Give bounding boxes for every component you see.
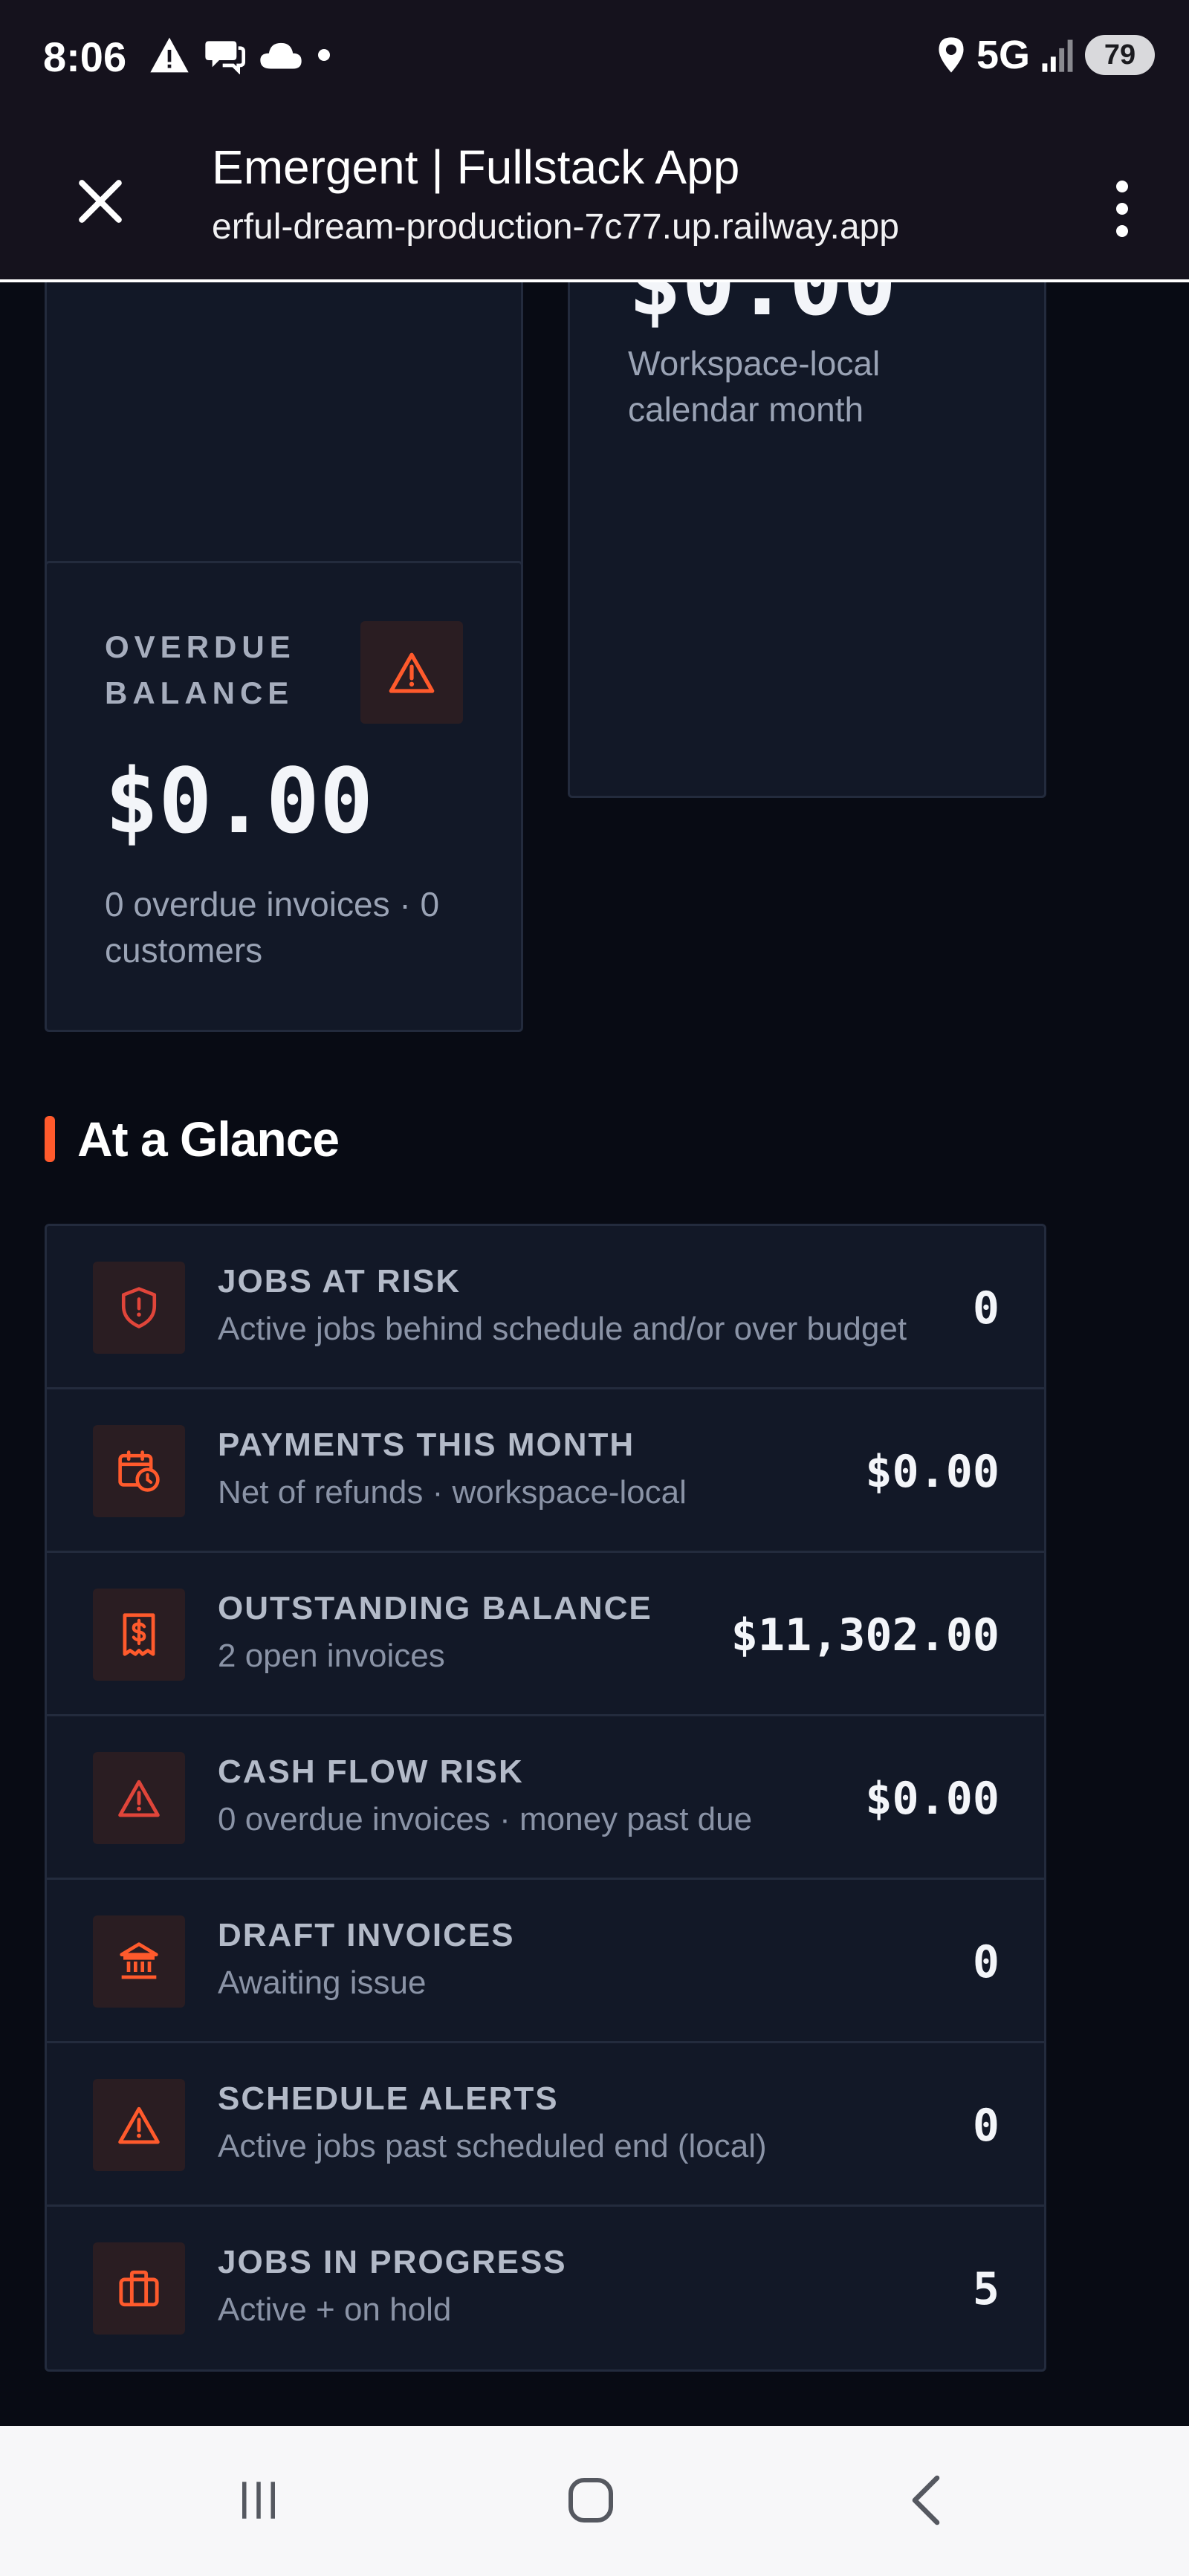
close-button[interactable] — [67, 168, 134, 235]
alert-triangle-icon — [118, 2106, 160, 2144]
alert-triangle-icon — [150, 37, 189, 73]
at-a-glance-list: JOBS AT RISK Active jobs behind schedule… — [45, 1224, 1046, 2372]
system-icons: 5G 79 — [936, 33, 1155, 77]
glance-row-draft-invoices[interactable]: DRAFT INVOICES Awaiting issue 0 — [47, 1880, 1044, 2043]
row-subtitle: Net of refunds · workspace-local — [218, 1474, 687, 1511]
row-title: JOBS IN PROGRESS — [218, 2244, 567, 2280]
row-icon-box — [93, 1262, 185, 1354]
recent-apps-icon — [242, 2482, 275, 2519]
row-icon-box — [93, 2242, 185, 2335]
monthly-stat-card: $0.00 Workspace-local calendar month — [568, 282, 1046, 798]
row-icon-box — [93, 2079, 185, 2171]
card-icon-box — [360, 621, 463, 724]
glance-row-payments-this-month[interactable]: PAYMENTS THIS MONTH Net of refunds · wor… — [47, 1389, 1044, 1553]
row-subtitle: Active jobs behind schedule and/or over … — [218, 1311, 907, 1347]
battery-indicator: 79 — [1085, 35, 1155, 75]
row-value: $0.00 — [865, 1446, 1000, 1498]
row-subtitle: Awaiting issue — [218, 1965, 427, 2001]
stat-note: Workspace-local calendar month — [628, 344, 881, 429]
row-value: 0 — [972, 1936, 1000, 1988]
location-pin-icon — [939, 37, 964, 73]
stat-amount: $0.00 — [628, 282, 897, 336]
row-title: SCHEDULE ALERTS — [218, 2080, 559, 2117]
briefcase-icon — [119, 2270, 159, 2307]
row-value: $11,302.00 — [730, 1609, 1000, 1661]
row-title: PAYMENTS THIS MONTH — [218, 1427, 635, 1463]
calendar-clock-icon — [118, 1450, 160, 1492]
row-title: JOBS AT RISK — [218, 1263, 461, 1300]
row-icon-box — [93, 1425, 185, 1517]
section-accent-bar — [45, 1116, 55, 1162]
signal-icon — [1042, 39, 1073, 72]
page-url[interactable]: erful-dream-production-7c77.up.railway.a… — [212, 207, 970, 247]
row-title: OUTSTANDING BALANCE — [218, 1590, 652, 1626]
section-title: At a Glance — [77, 1112, 340, 1167]
status-time: 8:06 — [43, 33, 127, 80]
glance-row-jobs-at-risk[interactable]: JOBS AT RISK Active jobs behind schedule… — [47, 1226, 1044, 1389]
row-value: $0.00 — [865, 1773, 1000, 1825]
card-label: OVERDUE BALANCE — [105, 629, 296, 710]
bank-icon — [120, 1942, 158, 1979]
menu-dot — [1116, 203, 1128, 215]
row-title: DRAFT INVOICES — [218, 1917, 515, 1953]
shield-alert-icon — [121, 1287, 157, 1328]
page-content: $0.00 Workspace-local calendar month OVE… — [0, 282, 1189, 2426]
chat-bubble-icon — [205, 41, 245, 74]
row-subtitle: 0 overdue invoices · money past due — [218, 1801, 753, 1837]
more-options-button[interactable] — [1092, 168, 1152, 250]
glance-row-outstanding-balance[interactable]: OUTSTANDING BALANCE 2 open invoices $11,… — [47, 1553, 1044, 1716]
glance-row-schedule-alerts[interactable]: SCHEDULE ALERTS Active jobs past schedul… — [47, 2043, 1044, 2207]
glance-row-cash-flow-risk[interactable]: CASH FLOW RISK 0 overdue invoices · mone… — [47, 1716, 1044, 1880]
row-value: 5 — [972, 2263, 1000, 2315]
home-button[interactable] — [546, 2463, 635, 2537]
close-icon — [79, 180, 122, 223]
home-icon — [568, 2478, 613, 2523]
back-button[interactable] — [881, 2463, 971, 2537]
at-a-glance-heading: At a Glance — [45, 1112, 340, 1167]
row-subtitle: Active jobs past scheduled end (local) — [218, 2128, 767, 2164]
row-subtitle: Active + on hold — [218, 2291, 452, 2328]
row-value: 0 — [972, 1282, 1000, 1334]
row-icon-box — [93, 1752, 185, 1844]
alert-triangle-icon — [389, 652, 435, 693]
recent-apps-button[interactable] — [214, 2463, 303, 2537]
cloud-icon — [260, 42, 302, 69]
receipt-dollar-icon — [123, 1613, 155, 1656]
dot-icon — [318, 49, 330, 61]
system-navigation-bar — [0, 2426, 1189, 2576]
row-icon-box — [93, 1915, 185, 2008]
glance-row-jobs-in-progress[interactable]: JOBS IN PROGRESS Active + on hold 5 — [47, 2207, 1044, 2370]
row-value: 0 — [972, 2100, 1000, 2152]
overdue-balance-card: OVERDUE BALANCE $0.00 0 overdue invoices… — [45, 561, 523, 1032]
menu-dot — [1116, 181, 1128, 192]
back-icon — [912, 2475, 940, 2525]
status-bar: 8:06 5G 79 — [0, 0, 1189, 111]
network-label: 5G — [976, 33, 1030, 77]
page-title: Emergent | Fullstack App — [212, 140, 740, 194]
notification-icons — [149, 33, 331, 77]
alert-triangle-icon — [118, 1779, 160, 1817]
overdue-note: 0 overdue invoices · 0 customers — [105, 885, 440, 970]
menu-dot — [1116, 225, 1128, 237]
row-icon-box — [93, 1589, 185, 1681]
browser-toolbar: Emergent | Fullstack App erful-dream-pro… — [0, 111, 1189, 282]
row-subtitle: 2 open invoices — [218, 1638, 445, 1674]
overdue-amount: $0.00 — [105, 750, 374, 854]
row-title: CASH FLOW RISK — [218, 1753, 524, 1790]
